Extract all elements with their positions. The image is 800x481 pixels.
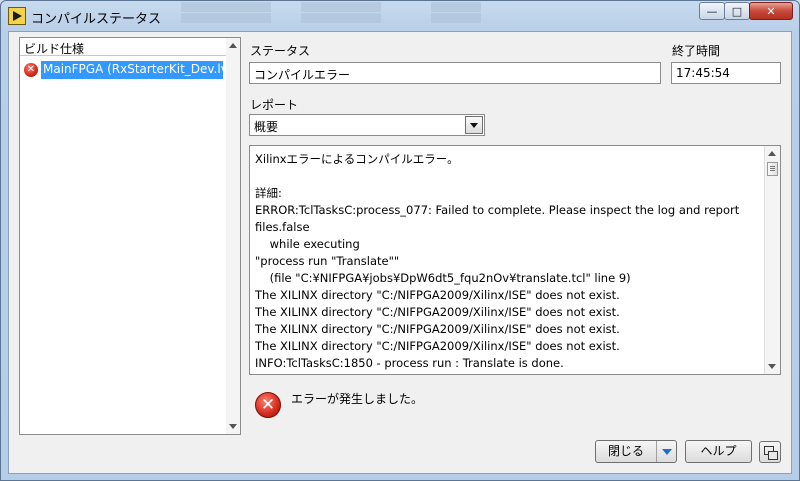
status-label: ステータス xyxy=(250,44,311,58)
build-spec-item-label: MainFPGA (RxStarterKit_Dev.lvp xyxy=(41,61,223,79)
error-icon: ✕ xyxy=(24,63,38,77)
build-list-scrollbar[interactable] xyxy=(226,38,240,434)
status-field: コンパイルエラー xyxy=(249,62,661,84)
report-text: Xilinxエラーによるコンパイルエラー。 詳細: ERROR:TclTasks… xyxy=(255,152,740,374)
end-time-label: 終了時間 xyxy=(672,44,721,58)
build-spec-item[interactable]: ✕ MainFPGA (RxStarterKit_Dev.lvp xyxy=(24,61,223,79)
help-button[interactable]: ヘルプ xyxy=(685,440,752,463)
close-icon: ✕ xyxy=(766,4,776,18)
scroll-down-icon[interactable] xyxy=(768,364,776,369)
dropdown-arrow-icon[interactable] xyxy=(656,441,676,462)
report-text-area[interactable]: Xilinxエラーによるコンパイルエラー。 詳細: ERROR:TclTasks… xyxy=(249,145,781,375)
maximize-button[interactable]: □ xyxy=(724,2,750,20)
help-button-label: ヘルプ xyxy=(700,444,737,458)
close-window-button[interactable]: ✕ xyxy=(749,2,793,20)
chevron-down-icon[interactable] xyxy=(465,116,483,134)
background-window-content xyxy=(181,1,661,25)
end-time-field: 17:45:54 xyxy=(671,62,781,84)
labview-icon xyxy=(8,7,26,25)
window-controls: — □ ✕ xyxy=(699,2,793,20)
compile-status-window: コンパイルステータス — □ ✕ ビルド仕様 ✕ MainFPGA (RxSta… xyxy=(0,0,800,481)
minimize-icon: — xyxy=(706,4,718,18)
close-button[interactable]: 閉じる xyxy=(595,440,677,463)
title-bar[interactable]: コンパイルステータス — □ ✕ xyxy=(1,1,799,31)
report-scrollbar[interactable] xyxy=(764,146,780,374)
report-label: レポート xyxy=(250,98,299,112)
maximize-icon: □ xyxy=(731,4,743,18)
build-spec-header: ビルド仕様 xyxy=(20,38,226,56)
scroll-up-icon[interactable] xyxy=(768,151,776,156)
window-title: コンパイルステータス xyxy=(31,12,162,27)
close-button-label: 閉じる xyxy=(607,444,644,458)
scroll-down-icon[interactable] xyxy=(229,424,237,429)
minimize-button[interactable]: — xyxy=(699,2,725,20)
dialog-body: ビルド仕様 ✕ MainFPGA (RxStarterKit_Dev.lvp ス… xyxy=(8,31,792,474)
report-dropdown[interactable]: 概要 xyxy=(249,114,485,136)
window-size-icon[interactable] xyxy=(759,441,781,463)
scroll-up-icon[interactable] xyxy=(229,43,237,48)
build-spec-list[interactable]: ビルド仕様 ✕ MainFPGA (RxStarterKit_Dev.lvp xyxy=(19,37,241,435)
scroll-thumb[interactable] xyxy=(767,162,778,176)
error-icon: ✕ xyxy=(255,392,281,418)
report-dropdown-value: 概要 xyxy=(254,120,279,134)
error-message: エラーが発生しました。 xyxy=(291,392,424,406)
